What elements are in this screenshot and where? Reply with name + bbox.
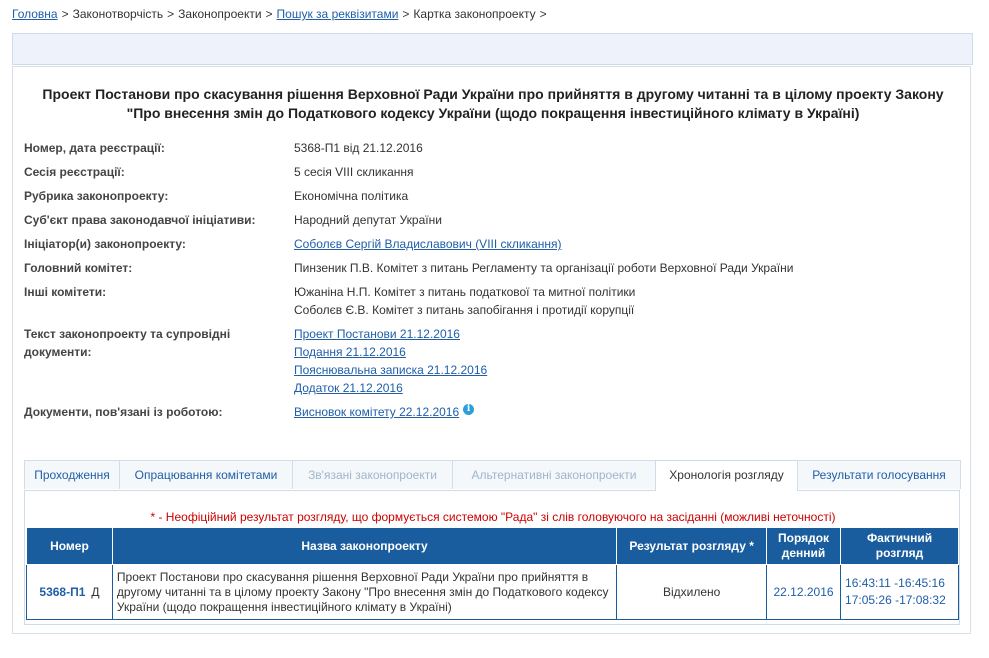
breadcrumb-lawmaking: Законотворчість [72, 7, 164, 21]
tab-passage[interactable]: Проходження [24, 460, 120, 489]
row-result: Відхилено [616, 564, 768, 620]
breadcrumb-home-link[interactable]: Головна [12, 7, 58, 21]
subject-value: Народний депутат України [294, 213, 442, 227]
subject-label: Суб'єкт права законодавчої ініціативи: [24, 213, 256, 227]
rubric-value: Економічна політика [294, 189, 409, 203]
session-label: Сесія реєстрації: [24, 165, 125, 179]
breadcrumb-separator: > [402, 7, 410, 21]
info-icon[interactable]: i [463, 404, 475, 415]
reg-label: Номер, дата реєстрації: [24, 141, 165, 155]
header-actual: Фактичний розгляд [840, 527, 959, 565]
rubric-label: Рубрика законопроекту: [24, 189, 169, 203]
row-actual-time-1: 16:43:11 -16:45:16 [845, 576, 945, 590]
related-label: Документи, пов'язані із роботою: [24, 405, 223, 419]
tab-chronology[interactable]: Хронологія розгляду [655, 460, 798, 491]
row-actual-cell: 16:43:11 -16:45:16 17:05:26 -17:08:32 [840, 564, 959, 620]
chronology-panel: * - Неофіційний результат розгляду, що ф… [24, 491, 960, 625]
doc-link-appendix[interactable]: Додаток 21.12.2016 [294, 381, 403, 395]
top-bar [12, 33, 973, 65]
texts-label: Текст законопроекту та супровідні [24, 327, 231, 341]
header-number: Номер [26, 527, 113, 565]
breadcrumb-separator: > [539, 7, 547, 21]
other-committee-item: Южаніна Н.П. Комітет з питань податкової… [294, 285, 636, 299]
tabs-bar: Проходження Опрацювання комітетами Зв'яз… [24, 460, 961, 491]
breadcrumb-search-link[interactable]: Пошук за реквізитами [277, 7, 399, 21]
unofficial-note: * - Неофіційний результат розгляду, що ф… [150, 510, 836, 524]
reg-value: 5368-П1 від 21.12.2016 [294, 141, 423, 155]
row-agenda-date: 22.12.2016 [766, 564, 842, 620]
committee-conclusion-link[interactable]: Висновок комітету 22.12.2016 [294, 405, 459, 419]
table-header-row: Номер Назва законопроекту Результат розг… [26, 527, 959, 565]
doc-link-draft[interactable]: Проект Постанови 21.12.2016 [294, 327, 460, 341]
other-committee-item: Соболєв Є.В. Комітет з питань запобіганн… [294, 303, 635, 317]
header-bill-name: Назва законопроекту [111, 527, 618, 565]
tab-linked-bills[interactable]: Зв'язані законопроекти [292, 460, 453, 489]
tab-committee-processing[interactable]: Опрацювання комітетами [119, 460, 293, 489]
breadcrumb-separator: > [265, 7, 273, 21]
row-actual-time-2: 17:05:26 -17:08:32 [845, 593, 946, 607]
table-row: 5368-П1 Д Проект Постанови про скасування… [26, 564, 959, 620]
chronology-table: Номер Назва законопроекту Результат розг… [26, 527, 959, 620]
header-agenda: Порядок денний [766, 527, 842, 565]
breadcrumb: Головна > Законотворчість > Законопроекти > По… [12, 7, 551, 21]
doc-link-explanatory-note[interactable]: Пояснювальна записка 21.12.2016 [294, 363, 487, 377]
tab-alternative-bills[interactable]: Альтернативні законопроекти [452, 460, 656, 489]
row-marker: Д [91, 585, 100, 599]
main-committee-value: Пинзеник П.В. Комітет з питань Регламент… [294, 261, 794, 275]
bill-title: Проект Постанови про скасування рішення … [42, 86, 944, 121]
initiator-label: Ініціатор(и) законопроекту: [24, 237, 186, 251]
row-number-cell: 5368-П1 Д [26, 564, 113, 620]
breadcrumb-separator: > [167, 7, 175, 21]
header-result: Результат розгляду * [616, 527, 768, 565]
initiator-link[interactable]: Соболєв Сергій Владиславович (VIII склик… [294, 237, 562, 251]
other-committees-label: Інші комітети: [24, 285, 107, 299]
tab-voting-results[interactable]: Результати голосування [797, 460, 961, 489]
bill-card: Проект Постанови про скасування рішення … [12, 66, 971, 634]
session-value: 5 сесія VIII скликання [294, 165, 414, 179]
row-bill-name: Проект Постанови про скасування рішення … [111, 564, 618, 620]
breadcrumb-bills: Законопроекти [178, 7, 262, 21]
breadcrumb-separator: > [61, 7, 69, 21]
main-committee-label: Головний комітет: [24, 261, 133, 275]
doc-link-submission[interactable]: Подання 21.12.2016 [294, 345, 406, 359]
row-number-link[interactable]: 5368-П1 [39, 585, 85, 599]
texts-label-cont: документи: [24, 345, 92, 359]
breadcrumb-card: Картка законопроекту [413, 7, 536, 21]
